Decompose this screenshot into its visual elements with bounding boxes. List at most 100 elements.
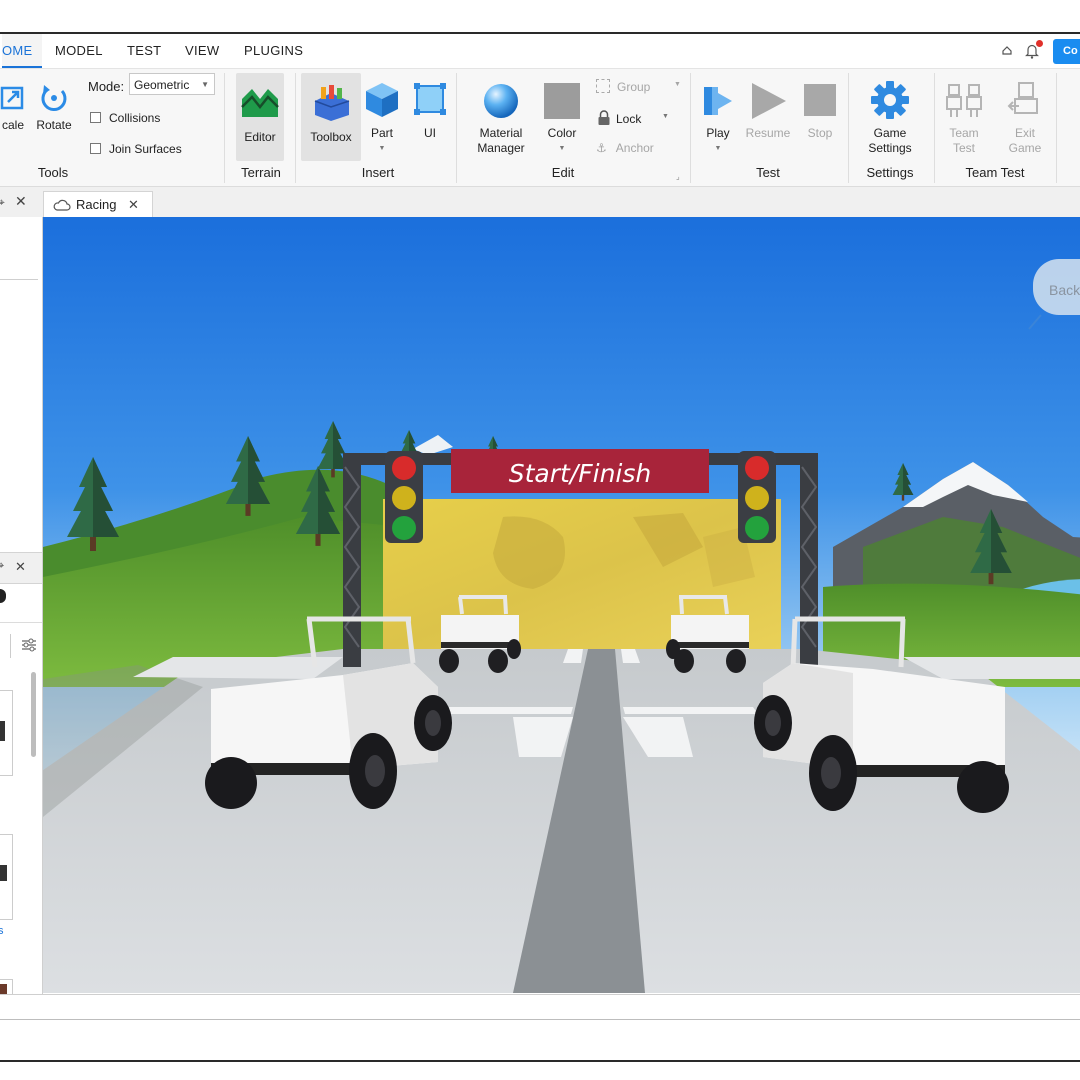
material-manager-button[interactable]: Material Manager	[470, 79, 532, 156]
collisions-label: Collisions	[109, 111, 161, 125]
tab-view[interactable]: VIEW	[185, 34, 219, 68]
collisions-checkbox[interactable]: Collisions	[90, 111, 160, 125]
settings-label: Settings	[868, 141, 912, 155]
menu-bar: OME MODEL TEST VIEW PLUGINS Co	[0, 34, 1080, 69]
ui-button[interactable]: UI	[412, 77, 448, 141]
ui-frame-icon	[414, 83, 446, 115]
toolbox-button[interactable]: Toolbox	[301, 73, 361, 161]
studio-window: OME MODEL TEST VIEW PLUGINS Co cale Rota…	[0, 32, 1080, 1062]
cloud-icon[interactable]	[1001, 45, 1013, 57]
traffic-light-left	[385, 451, 423, 543]
part-cube-icon	[366, 83, 398, 117]
lock-label: Lock	[616, 112, 642, 126]
join-surfaces-label: Join Surfaces	[109, 142, 182, 156]
exit-label: Exit	[1014, 126, 1035, 140]
filter-sliders-icon[interactable]	[20, 637, 38, 653]
toolbox-item-thumbnail[interactable]	[0, 834, 13, 920]
panel-divider	[0, 622, 42, 623]
explorer-panel: ⌖ ✕ s	[0, 217, 43, 997]
3d-viewport[interactable]: Start/Finish Back	[43, 217, 1080, 993]
stop-button[interactable]: Stop	[801, 79, 839, 141]
edit-group-label: Edit	[551, 165, 575, 180]
material-label: Material	[479, 126, 523, 140]
color-swatch-icon	[544, 83, 580, 119]
toolbox-panel-header: ⌖ ✕	[0, 552, 42, 584]
toolbox-item-thumbnail[interactable]	[0, 690, 13, 776]
color-label: Color	[547, 126, 577, 140]
pin-icon[interactable]: ⌖	[0, 560, 4, 573]
back-button-label: Back	[1049, 282, 1080, 298]
lock-button[interactable]: Lock ▼	[596, 110, 686, 126]
group-divider	[224, 73, 225, 183]
thumbnail-image	[0, 865, 7, 881]
checkbox-box	[90, 112, 101, 123]
exit-game-button[interactable]: Exit Game	[1003, 79, 1047, 156]
resume-icon	[752, 83, 786, 119]
tab-model[interactable]: MODEL	[55, 34, 103, 68]
close-icon[interactable]: ✕	[128, 192, 139, 218]
checkbox-box	[90, 143, 101, 154]
game-settings-button[interactable]: Game Settings	[860, 79, 920, 156]
pin-icon[interactable]: ⌖	[0, 195, 5, 210]
bottom-panel	[0, 994, 1080, 1060]
panel-divider	[0, 279, 38, 280]
team-test-group-label: Team Test	[965, 165, 1025, 180]
group-divider	[934, 73, 935, 183]
toolbox-label: Toolbox	[310, 130, 352, 144]
chevron-down-icon: ▼	[662, 113, 669, 120]
tab-plugins[interactable]: PLUGINS	[244, 34, 303, 68]
part-label: Part	[370, 126, 393, 140]
play-button[interactable]: Play ▼	[696, 79, 740, 156]
scale-label: cale	[1, 118, 24, 132]
panel-divider	[10, 634, 11, 658]
part-button[interactable]: Part ▼	[362, 77, 402, 156]
scale-icon	[0, 86, 24, 110]
tab-home-label: OME	[2, 43, 33, 58]
anchor-icon: ⚓	[596, 141, 607, 155]
scale-button[interactable]: cale	[0, 81, 28, 133]
close-icon[interactable]: ✕	[15, 559, 26, 575]
chevron-down-icon: ▼	[674, 81, 681, 88]
collaborate-label: Co	[1063, 45, 1078, 57]
group-divider	[456, 73, 457, 183]
tab-test-label: TEST	[127, 43, 162, 58]
group-button[interactable]: Group ▼	[596, 79, 686, 94]
panel-divider	[0, 1019, 1080, 1020]
traffic-light-right	[738, 451, 776, 543]
cloud-icon	[53, 199, 71, 211]
expand-corner-icon[interactable]: ⌟	[676, 172, 680, 181]
group-btn-label: Group	[617, 80, 651, 94]
rotate-button[interactable]: Rotate	[32, 81, 76, 133]
terrain-editor-icon	[241, 89, 279, 117]
tab-model-label: MODEL	[55, 43, 103, 58]
tab-home[interactable]: OME	[2, 34, 42, 68]
toolbox-icon	[314, 85, 350, 121]
chevron-down-icon: ▼	[558, 145, 566, 152]
anchor-label: Anchor	[615, 141, 654, 155]
join-surfaces-checkbox[interactable]: Join Surfaces	[90, 142, 182, 156]
ui-label: UI	[424, 126, 436, 140]
mode-select[interactable]: Geometric ▼	[129, 73, 215, 95]
anchor-button[interactable]: ⚓ Anchor	[596, 141, 686, 155]
terrain-editor-button[interactable]: Editor	[236, 73, 284, 161]
scrollbar-thumb[interactable]	[31, 672, 36, 757]
group-divider	[295, 73, 296, 183]
resume-button[interactable]: Resume	[742, 79, 794, 141]
tab-view-label: VIEW	[185, 43, 220, 58]
color-button[interactable]: Color ▼	[540, 79, 584, 156]
toolbox-item-link[interactable]: s	[0, 925, 4, 937]
chevron-down-icon: ▼	[378, 145, 386, 152]
close-icon[interactable]: ✕	[15, 193, 27, 210]
lock-icon	[598, 110, 610, 125]
exit-game-icon	[1007, 82, 1038, 114]
team-label: Team	[949, 126, 979, 140]
collaborate-button[interactable]: Co	[1053, 39, 1080, 64]
tab-test[interactable]: TEST	[127, 34, 161, 68]
rotate-label: Rotate	[36, 118, 72, 132]
racing-tab[interactable]: Racing ✕	[43, 191, 153, 218]
thumbnail-image	[0, 721, 5, 741]
search-icon[interactable]	[0, 589, 6, 603]
team-test-icon	[946, 84, 982, 117]
team-test-button[interactable]: Team Test	[942, 79, 986, 156]
ribbon-toolbar: cale Rotate Mode: Geometric ▼ Collisions…	[0, 69, 1080, 187]
